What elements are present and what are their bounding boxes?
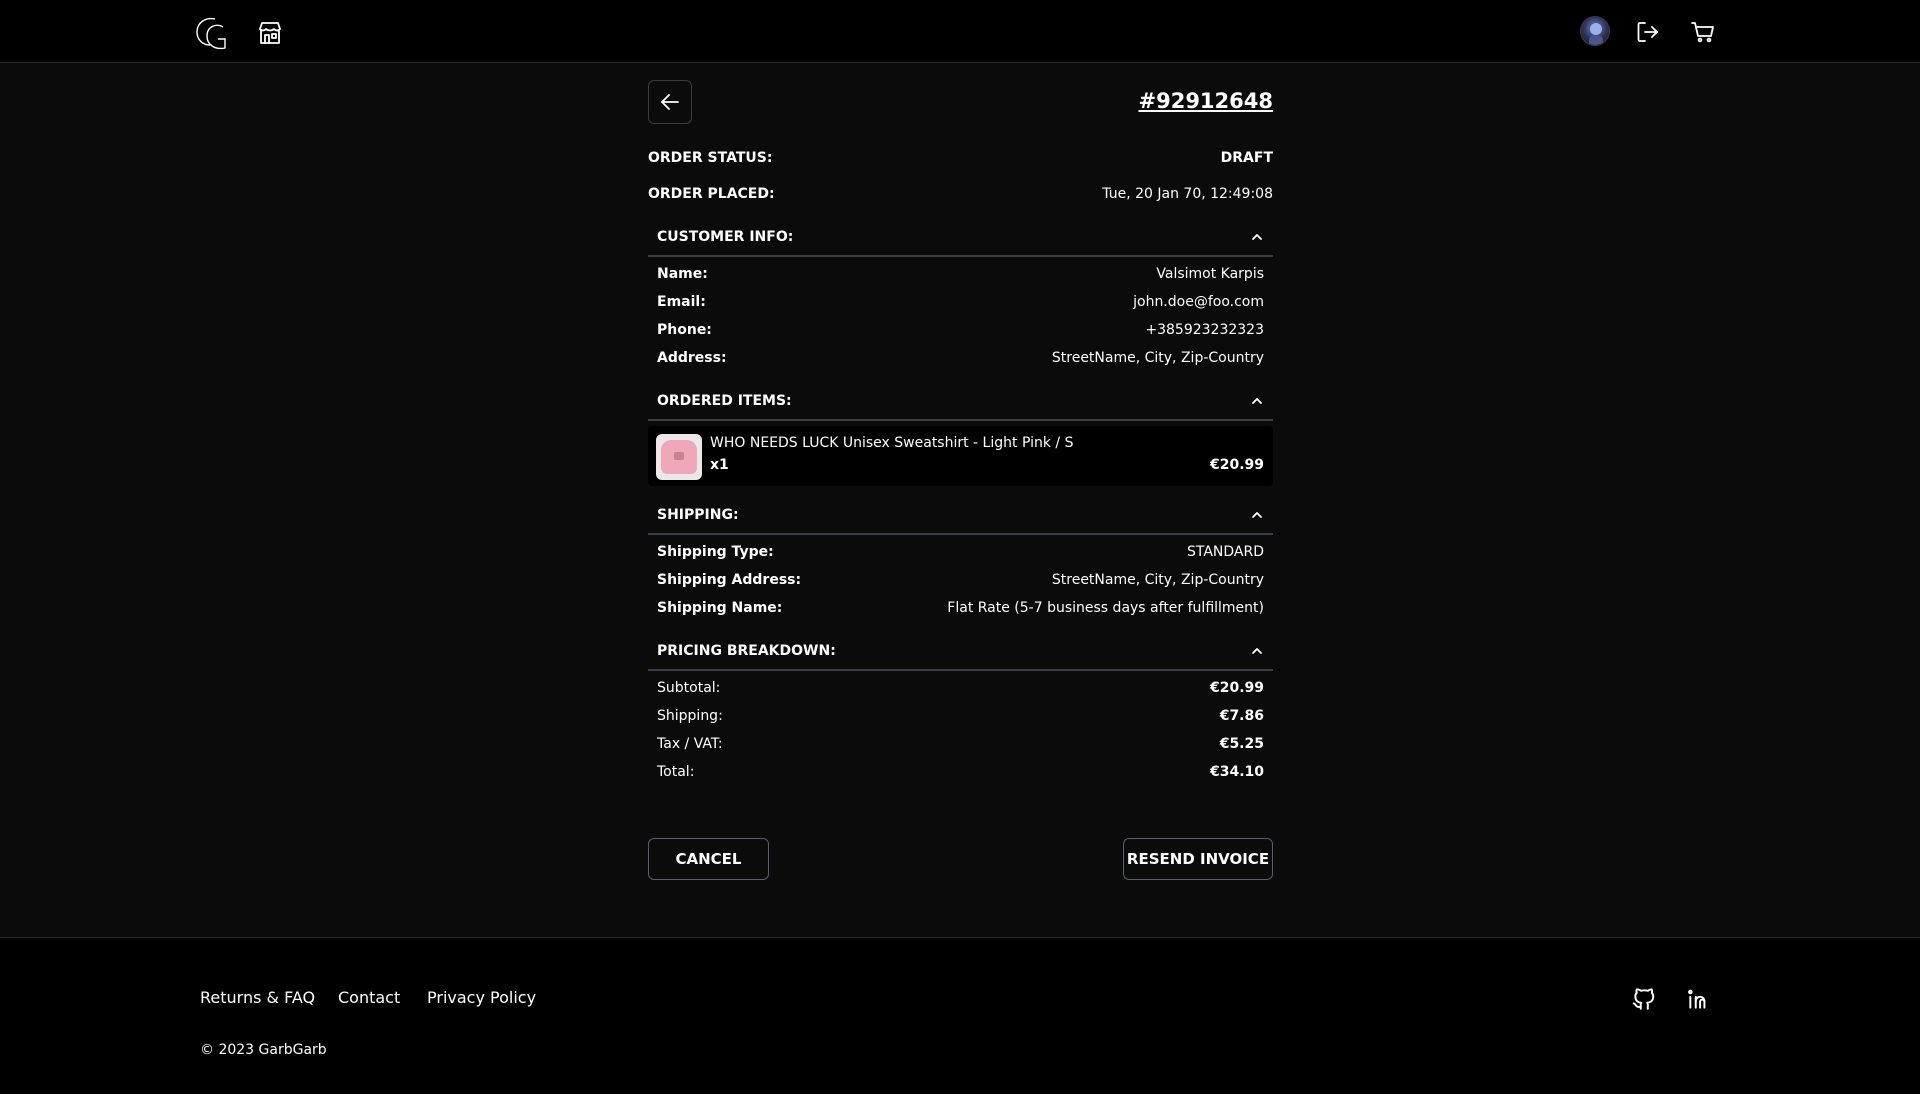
field-label: Total: [657, 764, 695, 780]
pricing-breakdown-header[interactable]: PRICING BREAKDOWN: [648, 633, 1273, 671]
linkedin-icon[interactable] [1686, 986, 1712, 1012]
back-button[interactable] [648, 80, 692, 124]
footer-link-contact[interactable]: Contact [338, 988, 400, 1007]
field-label: Name: [657, 266, 708, 282]
ordered-item-card[interactable]: WHO NEEDS LUCK Unisex Sweatshirt - Light… [648, 426, 1273, 486]
footer-link-privacy-policy[interactable]: Privacy Policy [427, 988, 536, 1007]
shipping-cost-row: Shipping: €7.86 [657, 706, 1264, 726]
product-price: €20.99 [1209, 457, 1264, 473]
order-status-row: ORDER STATUS: DRAFT [648, 148, 1273, 168]
gg-monogram-logo-icon[interactable] [193, 13, 233, 53]
copyright-text: © 2023 GarbGarb [200, 1042, 327, 1058]
customer-info-title: CUSTOMER INFO: [657, 229, 794, 245]
shipping-type-row: Shipping Type: STANDARD [657, 542, 1264, 562]
customer-address-row: Address: StreetName, City, Zip-Country [657, 348, 1264, 368]
resend-invoice-button[interactable]: RESEND INVOICE [1123, 838, 1273, 880]
customer-address: StreetName, City, Zip-Country [1051, 350, 1264, 366]
field-label: Shipping Type: [657, 544, 774, 560]
shipping-address: StreetName, City, Zip-Country [1051, 572, 1264, 588]
shipping-name-row: Shipping Name: Flat Rate (5-7 business d… [657, 598, 1264, 618]
ordered-items-header[interactable]: ORDERED ITEMS: [648, 383, 1273, 421]
footer-link-returns-faq[interactable]: Returns & FAQ [200, 988, 315, 1007]
chevron-up-icon [1252, 512, 1262, 518]
shipping-header[interactable]: SHIPPING: [648, 497, 1273, 535]
shipping-address-row: Shipping Address: StreetName, City, Zip-… [657, 570, 1264, 590]
storefront-icon[interactable] [256, 19, 284, 47]
arrow-left-icon [661, 94, 679, 110]
field-label: Phone: [657, 322, 712, 338]
order-id-link[interactable]: #92912648 [1139, 89, 1274, 113]
shipping-type: STANDARD [1186, 544, 1264, 560]
customer-name: Valsimot Karpis [1156, 266, 1264, 282]
chevron-up-icon [1252, 648, 1262, 654]
field-label: Shipping Address: [657, 572, 802, 588]
user-avatar[interactable] [1580, 16, 1610, 46]
field-label: Tax / VAT: [657, 736, 723, 752]
field-label: Email: [657, 294, 706, 310]
cancel-order-button[interactable]: CANCEL [648, 838, 769, 880]
tax-row: Tax / VAT: €5.25 [657, 734, 1264, 754]
customer-email-row: Email: john.doe@foo.com [657, 292, 1264, 312]
order-status-value: DRAFT [1220, 150, 1273, 166]
chevron-up-icon [1252, 398, 1262, 404]
order-placed-row: ORDER PLACED: Tue, 20 Jan 70, 12:49:08 [648, 184, 1273, 204]
pricing-breakdown-title: PRICING BREAKDOWN: [657, 643, 836, 659]
product-name: WHO NEEDS LUCK Unisex Sweatshirt - Light… [710, 435, 1074, 451]
total-row: Total: €34.10 [657, 762, 1264, 782]
site-footer: Returns & FAQ Contact Privacy Policy © 2… [0, 937, 1920, 1094]
shipping-cost-value: €7.86 [1219, 708, 1264, 724]
logout-icon[interactable] [1635, 19, 1661, 45]
top-navbar [0, 0, 1920, 63]
total-value: €34.10 [1209, 764, 1264, 780]
subtotal-value: €20.99 [1209, 680, 1264, 696]
order-placed-label: ORDER PLACED: [648, 186, 775, 202]
product-quantity: x1 [710, 457, 729, 473]
shipping-title: SHIPPING: [657, 507, 739, 523]
customer-phone-row: Phone: +385923232323 [657, 320, 1264, 340]
order-status-label: ORDER STATUS: [648, 150, 773, 166]
field-label: Shipping Name: [657, 600, 783, 616]
customer-email: john.doe@foo.com [1133, 294, 1264, 310]
subtotal-row: Subtotal: €20.99 [657, 678, 1264, 698]
cart-icon[interactable] [1690, 19, 1716, 45]
chevron-up-icon [1252, 234, 1262, 240]
customer-info-header[interactable]: CUSTOMER INFO: [648, 219, 1273, 257]
field-label: Shipping: [657, 708, 723, 724]
product-thumbnail [656, 434, 702, 480]
github-icon[interactable] [1631, 986, 1657, 1012]
field-label: Subtotal: [657, 680, 721, 696]
shipping-name: Flat Rate (5-7 business days after fulfi… [947, 600, 1264, 616]
ordered-items-title: ORDERED ITEMS: [657, 393, 792, 409]
customer-name-row: Name: Valsimot Karpis [657, 264, 1264, 284]
tax-value: €5.25 [1219, 736, 1264, 752]
customer-phone: +385923232323 [1145, 322, 1264, 338]
field-label: Address: [657, 350, 727, 366]
order-placed-value: Tue, 20 Jan 70, 12:49:08 [1102, 186, 1273, 202]
